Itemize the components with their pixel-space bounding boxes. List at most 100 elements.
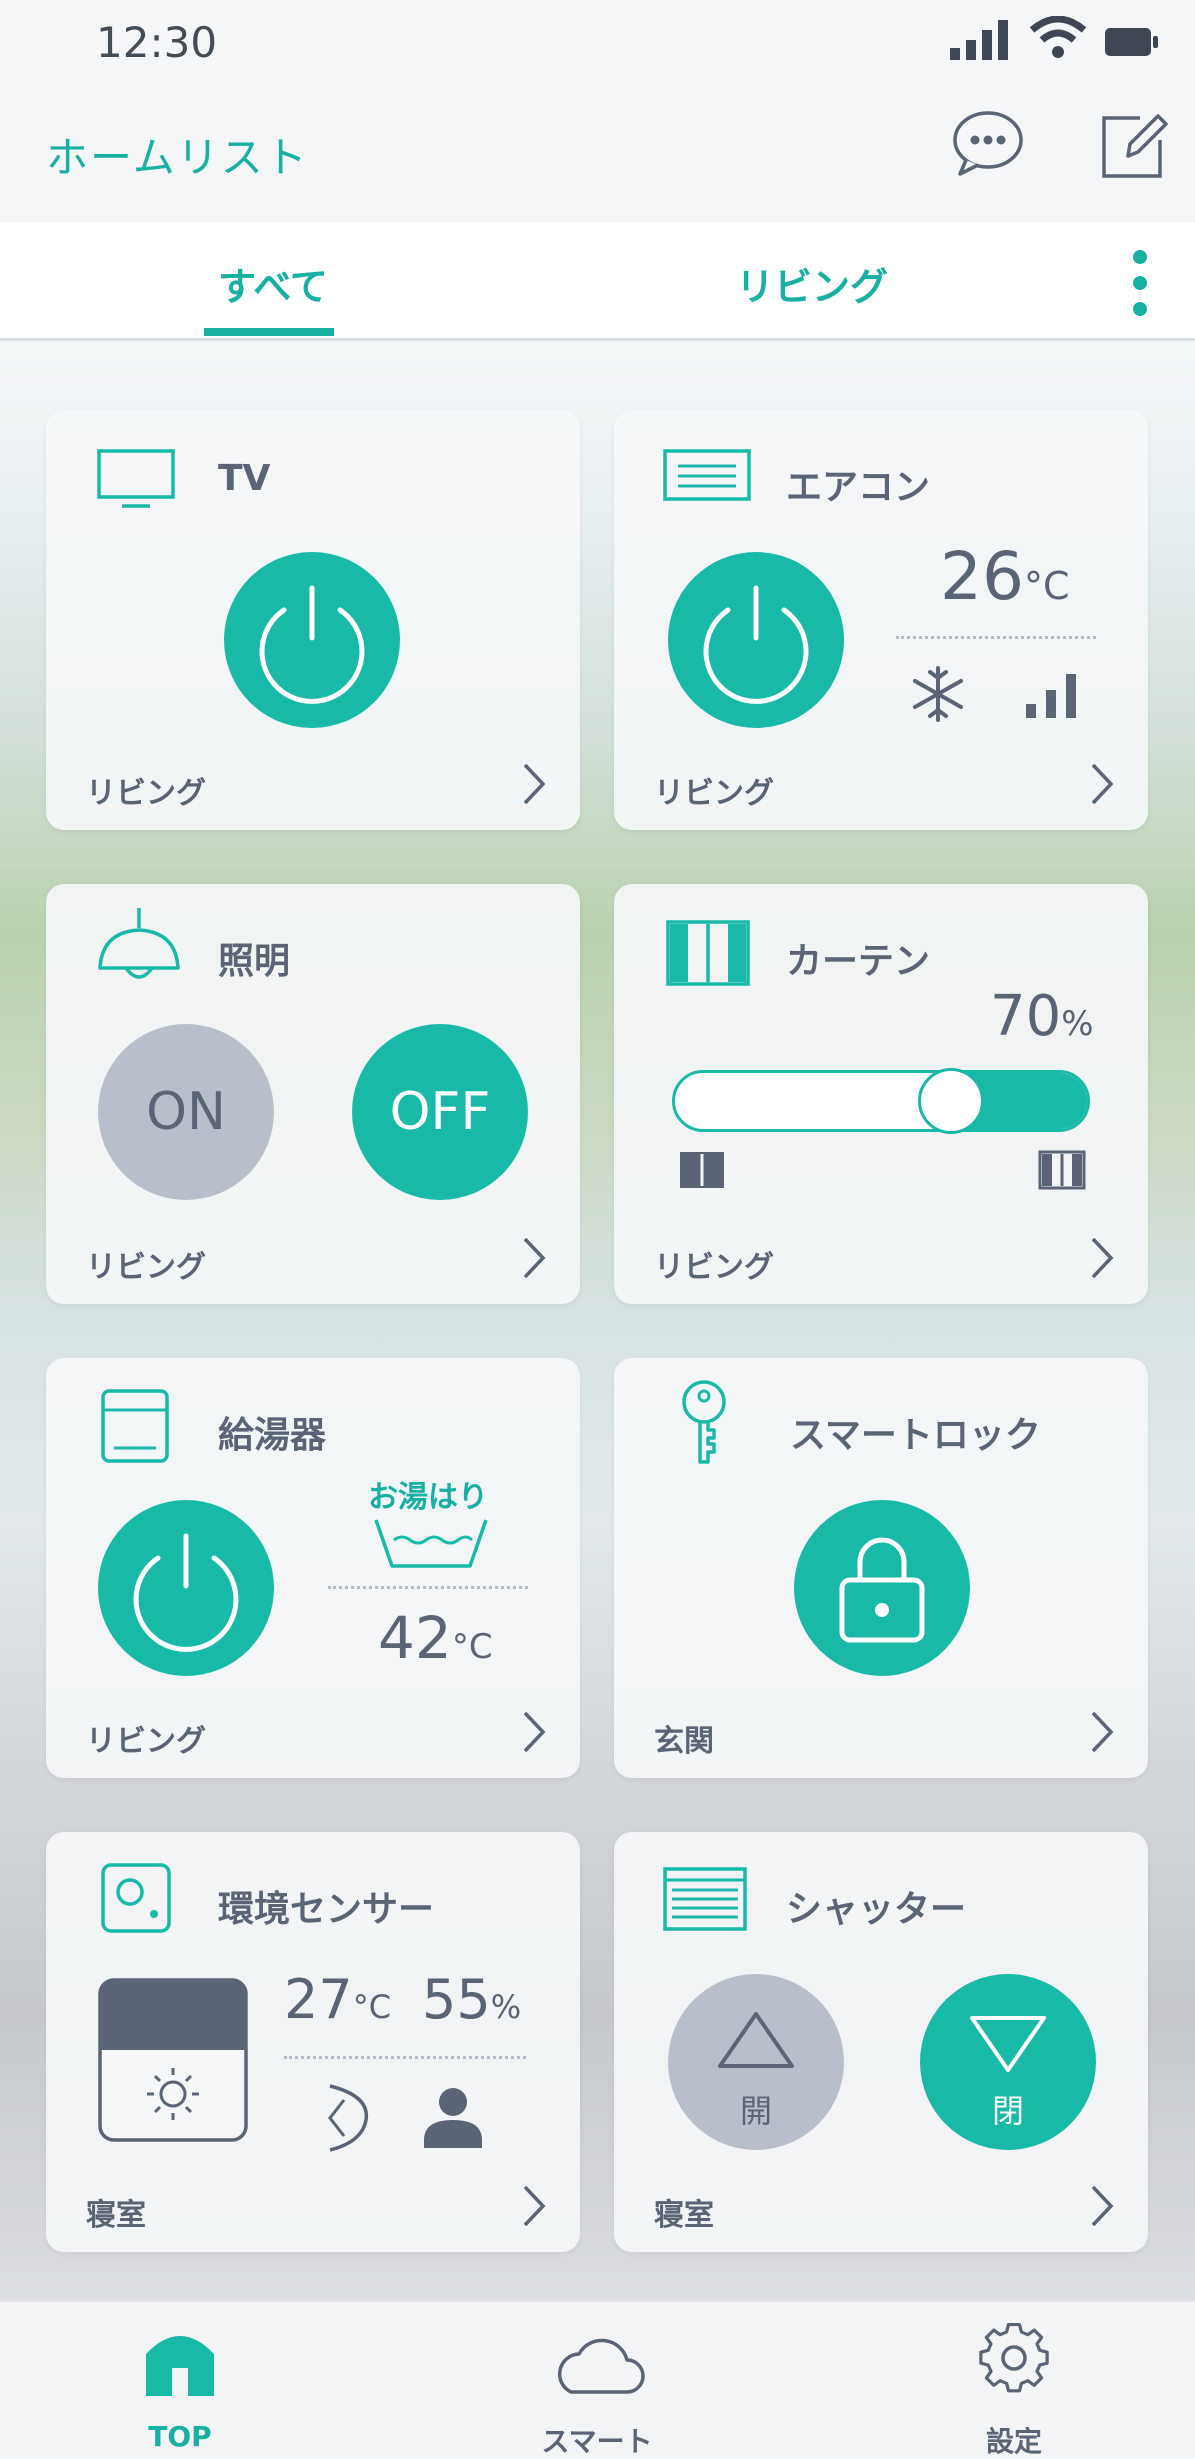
curtain-open-icon[interactable] bbox=[1038, 1150, 1086, 1190]
curtain-percent-value: 70 bbox=[990, 984, 1062, 1049]
active-tab-indicator bbox=[204, 328, 334, 336]
env-temp-unit: °C bbox=[352, 1988, 392, 2026]
status-bar: 12:30 bbox=[0, 0, 1195, 88]
app-header: ホームリスト bbox=[0, 88, 1195, 222]
sensor-icon bbox=[101, 1863, 171, 1933]
shutter-icon bbox=[663, 1867, 747, 1931]
humidity-value: 55 bbox=[422, 1968, 491, 2031]
temperature-value: 26 bbox=[940, 538, 1024, 615]
shutter-open-button[interactable]: 開 bbox=[668, 1974, 844, 2150]
water-temp-unit: °C bbox=[451, 1627, 493, 1667]
key-icon bbox=[682, 1380, 726, 1464]
room-label: リビング bbox=[86, 1724, 206, 1759]
gear-icon bbox=[979, 2322, 1049, 2393]
chevron-right-icon[interactable] bbox=[522, 2184, 546, 2228]
tab-all[interactable]: すべて bbox=[218, 256, 328, 311]
device-name: 照明 bbox=[218, 941, 291, 982]
device-name: 給湯器 bbox=[218, 1415, 327, 1456]
divider bbox=[284, 2056, 526, 2059]
chevron-right-icon[interactable] bbox=[522, 1236, 546, 1280]
device-card-env-sensor[interactable]: 環境センサー 27°C 55% 寝室 bbox=[46, 1832, 580, 2252]
device-name: 環境センサー bbox=[218, 1889, 435, 1930]
power-button[interactable] bbox=[98, 1500, 274, 1676]
device-card-tv[interactable]: TV リビング bbox=[46, 410, 580, 830]
room-label: 玄関 bbox=[654, 1724, 714, 1759]
power-button[interactable] bbox=[224, 552, 400, 728]
device-name: エアコン bbox=[786, 467, 931, 508]
device-name: カーテン bbox=[786, 941, 931, 982]
temperature-readout: 26°C bbox=[940, 538, 1070, 615]
device-card-water-heater[interactable]: 給湯器 お湯はり 42°C リビング bbox=[46, 1358, 580, 1778]
curtain-slider[interactable] bbox=[672, 1070, 1090, 1132]
pendant-lamp-icon bbox=[98, 908, 180, 979]
aircon-icon bbox=[663, 449, 751, 501]
curtain-closed-icon[interactable] bbox=[678, 1150, 726, 1190]
water-heater-icon bbox=[101, 1389, 169, 1463]
more-vertical-icon[interactable] bbox=[1125, 246, 1155, 320]
device-card-smart-lock[interactable]: スマートロック 玄関 bbox=[614, 1358, 1148, 1778]
device-name: シャッター bbox=[786, 1889, 967, 1930]
chevron-right-icon[interactable] bbox=[1090, 1236, 1114, 1280]
brightness-panel-icon bbox=[98, 1978, 248, 2142]
motion-sensor-icon bbox=[328, 2084, 369, 2152]
room-label: 寝室 bbox=[86, 2198, 146, 2233]
nav-label: 設定 bbox=[985, 2425, 1042, 2458]
tab-bar: すべて リビング bbox=[0, 222, 1195, 341]
clock: 12:30 bbox=[96, 18, 218, 67]
curtain-slider-thumb[interactable] bbox=[918, 1068, 985, 1134]
nav-label: スマート bbox=[541, 2425, 653, 2458]
device-card-shutter[interactable]: シャッター 開 閉 寝室 bbox=[614, 1832, 1148, 2252]
humidity-unit: % bbox=[490, 1988, 522, 2026]
open-label: 開 bbox=[739, 2092, 772, 2130]
nav-item-smart[interactable]: スマート bbox=[497, 2302, 697, 2459]
person-icon bbox=[424, 2088, 482, 2148]
curtain-icon bbox=[666, 920, 750, 986]
room-label: リビング bbox=[654, 1250, 774, 1285]
chevron-right-icon[interactable] bbox=[1090, 762, 1114, 806]
chevron-right-icon[interactable] bbox=[522, 762, 546, 806]
fan-level-icon[interactable] bbox=[1024, 672, 1080, 720]
water-temp-readout: 42°C bbox=[378, 1604, 493, 1672]
cloud-icon bbox=[557, 2338, 645, 2394]
edit-icon[interactable] bbox=[1100, 110, 1170, 182]
nav-item-settings[interactable]: 設定 bbox=[914, 2302, 1114, 2459]
device-card-light[interactable]: 照明 ON OFF リビング bbox=[46, 884, 580, 1304]
shutter-close-button[interactable]: 閉 bbox=[920, 1974, 1096, 2150]
nav-item-top[interactable]: TOP bbox=[80, 2302, 280, 2459]
lock-icon bbox=[839, 1537, 925, 1643]
power-icon bbox=[259, 585, 365, 704]
room-label: 寝室 bbox=[654, 2198, 714, 2233]
off-label: OFF bbox=[389, 1082, 491, 1142]
page-title: ホームリスト bbox=[46, 133, 309, 182]
water-temp-value: 42 bbox=[378, 1604, 452, 1672]
env-temp-value: 27 bbox=[284, 1968, 353, 2031]
chevron-right-icon[interactable] bbox=[1090, 2184, 1114, 2228]
snowflake-icon[interactable] bbox=[908, 664, 968, 724]
humidity-readout: 55% bbox=[422, 1968, 521, 2031]
chevron-right-icon[interactable] bbox=[522, 1710, 546, 1754]
wifi-icon bbox=[1030, 16, 1086, 58]
on-label: ON bbox=[146, 1082, 226, 1142]
chevron-right-icon[interactable] bbox=[1090, 1710, 1114, 1754]
bottom-nav: TOP スマート 設定 bbox=[0, 2300, 1195, 2459]
device-name: スマートロック bbox=[790, 1415, 1041, 1456]
curtain-percent-unit: % bbox=[1061, 1004, 1094, 1044]
room-label: リビング bbox=[654, 776, 774, 811]
temperature-unit: °C bbox=[1023, 564, 1070, 608]
lock-button[interactable] bbox=[794, 1500, 970, 1676]
divider bbox=[896, 636, 1096, 639]
chat-bubble-icon[interactable] bbox=[950, 110, 1026, 178]
tab-living[interactable]: リビング bbox=[736, 256, 888, 311]
battery-icon bbox=[1105, 28, 1158, 56]
env-temp-readout: 27°C bbox=[284, 1968, 391, 2031]
bath-fill-label[interactable]: お湯はり bbox=[368, 1472, 488, 1516]
device-card-curtain[interactable]: カーテン 70% リビング bbox=[614, 884, 1148, 1304]
light-on-button[interactable]: ON bbox=[98, 1024, 274, 1200]
bathtub-icon[interactable] bbox=[372, 1516, 490, 1570]
light-off-button[interactable]: OFF bbox=[352, 1024, 528, 1200]
power-icon bbox=[703, 585, 809, 704]
tv-icon bbox=[97, 449, 175, 508]
curtain-percent-readout: 70% bbox=[990, 984, 1094, 1049]
device-card-aircon[interactable]: エアコン 26°C リビング bbox=[614, 410, 1148, 830]
power-button[interactable] bbox=[668, 552, 844, 728]
